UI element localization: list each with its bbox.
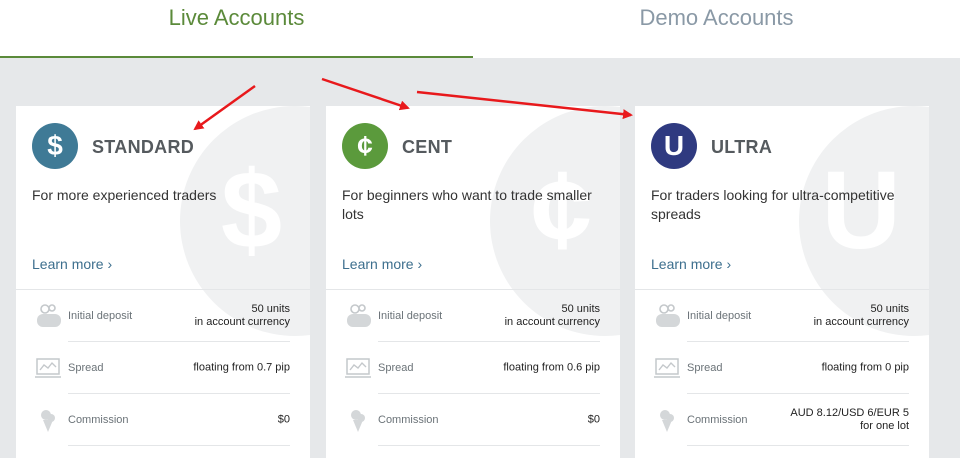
row-label: Initial deposit	[687, 310, 752, 322]
account-card-standard: $ $ STANDARD For more experienced trader…	[16, 106, 310, 458]
ice-cream-icon	[660, 410, 674, 432]
row-value: floating from 0 pip	[821, 361, 909, 374]
wallet-icon	[37, 304, 61, 327]
row-value-line: 50 units	[251, 303, 290, 315]
row-initial-deposit: Initial deposit 50 units in account curr…	[32, 290, 290, 342]
row-label: Commission	[378, 414, 439, 426]
row-spread: Spread floating from 0.6 pip	[342, 342, 600, 394]
row-initial-deposit: Initial deposit 50 units in account curr…	[651, 290, 909, 342]
tab-demo-accounts[interactable]: Demo Accounts	[473, 0, 960, 58]
card-description: For more experienced traders	[32, 187, 217, 203]
row-spread: Spread floating from 0.7 pip	[32, 342, 290, 394]
chart-icon	[35, 358, 61, 378]
chart-icon	[345, 358, 371, 378]
cent-icon: ¢	[342, 123, 388, 169]
row-commission: Commission AUD 8.12/USD 6/EUR 5 for one …	[651, 394, 909, 446]
card-title: ULTRA	[711, 137, 773, 157]
row-value-line: 50 units	[870, 303, 909, 315]
row-value: 50 units in account currency	[505, 303, 600, 329]
row-value-line: AUD 8.12/USD 6/EUR 5	[790, 407, 909, 419]
account-card-cent: ¢ ¢ CENT For beginners who want to trade…	[326, 106, 620, 458]
row-value: 50 units in account currency	[195, 303, 290, 329]
row-label: Commission	[68, 414, 129, 426]
card-description: For traders looking for ultra-competitiv…	[651, 187, 895, 222]
row-label: Spread	[687, 362, 723, 374]
learn-more-link[interactable]: Learn more ›	[32, 256, 112, 272]
row-initial-deposit: Initial deposit 50 units in account curr…	[342, 290, 600, 342]
chart-icon	[654, 358, 680, 378]
row-value: floating from 0.7 pip	[193, 361, 290, 374]
row-spread: Spread floating from 0 pip	[651, 342, 909, 394]
ice-cream-icon	[351, 410, 365, 432]
row-label: Commission	[687, 414, 748, 426]
row-value-line: 50 units	[561, 303, 600, 315]
arrow-to-cent	[321, 77, 410, 111]
wallet-icon	[656, 304, 680, 327]
row-value-line: in account currency	[194, 316, 290, 328]
row-divider	[378, 445, 600, 446]
row-commission: Commission $0	[342, 394, 600, 446]
row-value: $0	[277, 413, 290, 426]
row-value: floating from 0.6 pip	[503, 361, 600, 374]
row-value: 50 units in account currency	[814, 303, 909, 329]
ice-cream-icon	[41, 410, 55, 432]
learn-more-link[interactable]: Learn more ›	[342, 256, 422, 272]
card-title: STANDARD	[92, 137, 195, 157]
row-value-line: in account currency	[813, 316, 909, 328]
ultra-icon: U	[651, 123, 697, 169]
row-label: Initial deposit	[68, 310, 133, 322]
account-card-ultra: U U ULTRA For traders looking for ultra-…	[635, 106, 929, 458]
row-divider	[687, 445, 909, 446]
row-value-line: in account currency	[504, 316, 600, 328]
learn-more-link[interactable]: Learn more ›	[651, 256, 731, 272]
card-description: For beginners who want to trade smaller …	[342, 187, 592, 222]
row-label: Spread	[68, 362, 104, 374]
row-label: Spread	[378, 362, 414, 374]
row-value: AUD 8.12/USD 6/EUR 5 for one lot	[790, 407, 909, 433]
watermark-dollar-icon: $	[220, 149, 282, 272]
tab-live-accounts[interactable]: Live Accounts	[0, 0, 473, 58]
row-value-line: for one lot	[860, 420, 909, 432]
card-title: CENT	[402, 137, 453, 157]
row-divider	[68, 445, 290, 446]
dollar-icon: $	[32, 123, 78, 169]
row-value: $0	[587, 413, 600, 426]
wallet-icon	[347, 304, 371, 327]
row-commission: Commission $0	[32, 394, 290, 446]
account-tabs: Live Accounts Demo Accounts	[0, 0, 960, 58]
row-label: Initial deposit	[378, 310, 443, 322]
